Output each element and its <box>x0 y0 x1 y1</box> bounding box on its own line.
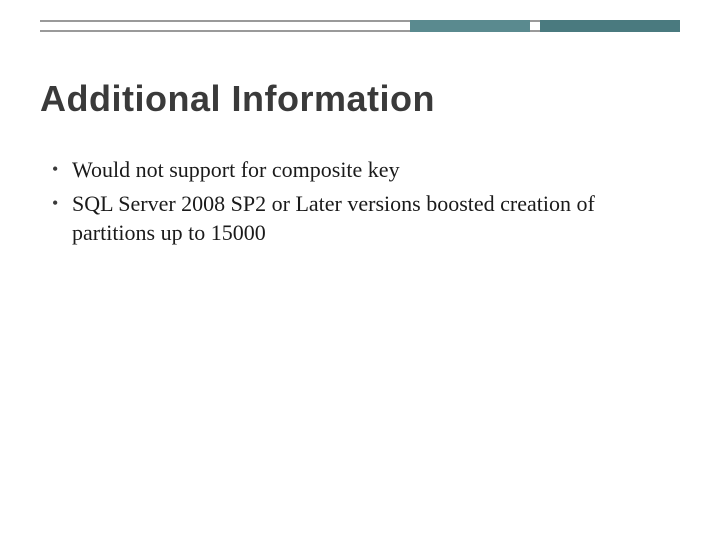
bullet-dot-icon: • <box>52 155 72 181</box>
bullet-item: • Would not support for composite key <box>52 155 670 185</box>
bullet-text: Would not support for composite key <box>72 155 670 185</box>
accent-block <box>540 20 680 32</box>
slide-content: • Would not support for composite key • … <box>52 155 670 252</box>
top-decoration <box>0 0 720 48</box>
bullet-item: • SQL Server 2008 SP2 or Later versions … <box>52 189 670 248</box>
slide-title: Additional Information <box>40 78 435 120</box>
bullet-text: SQL Server 2008 SP2 or Later versions bo… <box>72 189 670 248</box>
bullet-dot-icon: • <box>52 189 72 215</box>
accent-block <box>410 20 530 32</box>
